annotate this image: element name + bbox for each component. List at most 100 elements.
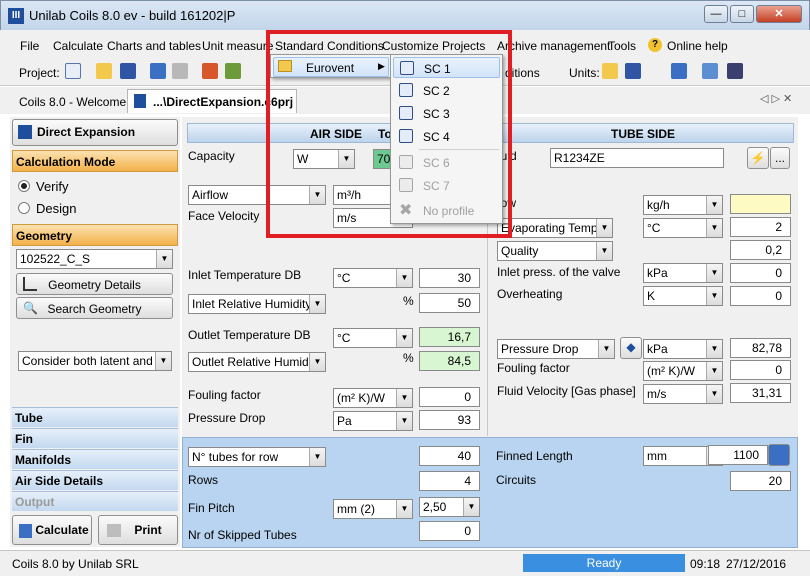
calculator-icon[interactable] bbox=[150, 63, 166, 79]
menu-unit-measure[interactable]: Unit measure bbox=[202, 39, 273, 53]
tubes-for-row-field[interactable]: 40 bbox=[419, 446, 480, 466]
inlet-rh-select[interactable]: Inlet Relative Humidity ▼ bbox=[188, 294, 326, 314]
help-icon: ? bbox=[648, 38, 662, 52]
save-icon[interactable] bbox=[120, 63, 136, 79]
menu-online-help[interactable]: Online help bbox=[667, 39, 728, 53]
tubes-for-row-select[interactable]: N° tubes for row ▼ bbox=[188, 447, 326, 467]
units-open-icon[interactable] bbox=[602, 63, 618, 79]
tab-welcome[interactable]: Coils 8.0 - Welcome! bbox=[19, 95, 129, 109]
menu-charts[interactable]: Charts and tables bbox=[107, 39, 201, 53]
minimize-button[interactable]: — bbox=[704, 5, 728, 23]
outlet-rh-select[interactable]: Outlet Relative Humidity ▼ bbox=[188, 352, 326, 372]
capacity-label: Capacity bbox=[188, 149, 235, 163]
menu-file[interactable]: File bbox=[20, 39, 39, 53]
fouling-field[interactable]: 0 bbox=[419, 387, 480, 407]
sidebar-item-tube[interactable]: Tube bbox=[12, 407, 178, 427]
circuits-field[interactable]: 20 bbox=[730, 471, 791, 491]
design-label[interactable]: Design bbox=[36, 201, 76, 216]
pressure-drop-label: Pressure Drop bbox=[188, 411, 266, 425]
calculator-icon[interactable] bbox=[768, 444, 790, 466]
tube-pressure-drop-unit-value: kPa bbox=[647, 342, 668, 356]
tube-pressure-drop-unit-select[interactable]: kPa ▼ bbox=[643, 339, 723, 359]
quality-select[interactable]: Quality ▼ bbox=[497, 241, 613, 261]
inlet-press-unit-select[interactable]: kPa ▼ bbox=[643, 263, 723, 283]
user-icon[interactable] bbox=[727, 63, 743, 79]
verify-radio[interactable] bbox=[18, 180, 30, 192]
flow-field[interactable] bbox=[730, 194, 791, 214]
tube-pressure-drop-field: 82,78 bbox=[730, 338, 791, 358]
calculate-button[interactable]: Calculate bbox=[12, 515, 92, 545]
ready-indicator: Ready bbox=[523, 554, 685, 572]
fluid-velocity-unit-select[interactable]: m/s ▼ bbox=[643, 384, 723, 404]
inlet-press-field[interactable]: 0 bbox=[730, 263, 791, 283]
tab-nav-arrows[interactable]: ◁ ▷ ✕ bbox=[760, 92, 792, 105]
inlet-temp-unit-select[interactable]: °C ▼ bbox=[333, 268, 413, 288]
fouling-unit-value: (m² K)/W bbox=[337, 391, 385, 405]
overheating-label: Overheating bbox=[497, 287, 563, 301]
chevron-down-icon: ▼ bbox=[596, 242, 612, 260]
tube-fouling-label: Fouling factor bbox=[497, 361, 570, 375]
printer-icon[interactable] bbox=[172, 63, 188, 79]
pressure-drop-unit-value: Pa bbox=[337, 414, 352, 428]
currency-icon[interactable] bbox=[671, 63, 687, 79]
export-icon[interactable] bbox=[702, 63, 718, 79]
chevron-down-icon: ▼ bbox=[396, 412, 412, 430]
title-bar: III Unilab Coils 8.0 ev - build 161202|P… bbox=[0, 0, 810, 30]
close-button[interactable]: ✕ bbox=[756, 5, 802, 23]
chevron-down-icon: ▼ bbox=[706, 340, 722, 358]
overheating-field[interactable]: 0 bbox=[730, 286, 791, 306]
flow-unit-select[interactable]: kg/h ▼ bbox=[643, 195, 723, 215]
latent-select[interactable]: Consider both latent and se ▼ bbox=[18, 351, 172, 371]
open-folder-icon[interactable] bbox=[96, 63, 112, 79]
sidebar-title: Direct Expansion bbox=[37, 125, 136, 139]
latent-select-value: Consider both latent and se bbox=[22, 354, 169, 368]
tube-pressure-drop-select[interactable]: Pressure Drop ▼ bbox=[497, 339, 615, 359]
outlet-temp-field: 16,7 bbox=[419, 327, 480, 347]
fouling-unit-select[interactable]: (m² K)/W ▼ bbox=[333, 388, 413, 408]
menu-calculate[interactable]: Calculate bbox=[53, 39, 103, 53]
fluid-field[interactable]: R1234ZE bbox=[550, 148, 724, 168]
units-label: Units: bbox=[569, 66, 600, 80]
geometry-select[interactable]: 102522_C_S ▼ bbox=[16, 249, 173, 269]
diamond-icon[interactable]: ◆ bbox=[620, 337, 642, 359]
new-file-icon[interactable] bbox=[65, 63, 81, 79]
units-save-icon[interactable] bbox=[625, 63, 641, 79]
verify-label[interactable]: Verify bbox=[36, 179, 69, 194]
evap-unit-select[interactable]: °C ▼ bbox=[643, 218, 723, 238]
overheating-unit-select[interactable]: K ▼ bbox=[643, 286, 723, 306]
lightning-icon[interactable]: ⚡ bbox=[747, 147, 769, 169]
design-radio[interactable] bbox=[18, 202, 30, 214]
chevron-down-icon: ▼ bbox=[706, 219, 722, 237]
sidebar-item-air-side-details[interactable]: Air Side Details bbox=[12, 470, 178, 490]
fluid-velocity-field: 31,31 bbox=[730, 383, 791, 403]
menu-tools[interactable]: Tools bbox=[608, 39, 636, 53]
geometry-details-button[interactable]: Geometry Details bbox=[16, 273, 173, 295]
sidebar-item-fin[interactable]: Fin bbox=[12, 428, 178, 448]
window-title: Unilab Coils 8.0 ev - build 161202|P bbox=[29, 8, 236, 23]
finned-length-field[interactable]: 1100 bbox=[708, 445, 768, 465]
inlet-rh-field[interactable]: 50 bbox=[419, 293, 480, 313]
tube-fouling-field[interactable]: 0 bbox=[730, 360, 791, 380]
search-geometry-button[interactable]: 🔍 Search Geometry bbox=[16, 297, 173, 319]
menu-archive[interactable]: Archive management bbox=[497, 39, 610, 53]
fluid-more-button[interactable]: ... bbox=[770, 147, 790, 169]
tube-fouling-unit-select[interactable]: (m² K)/W ▼ bbox=[643, 361, 723, 381]
skipped-tubes-field[interactable]: 0 bbox=[419, 521, 480, 541]
fin-pitch-select[interactable]: 2,50 ▼ bbox=[419, 497, 480, 517]
pressure-drop-unit-select[interactable]: Pa ▼ bbox=[333, 411, 413, 431]
evap-field[interactable]: 2 bbox=[730, 217, 791, 237]
evap-temp-select[interactable]: Evaporating Temp. ▼ bbox=[497, 218, 613, 238]
calculate-label: Calculate bbox=[35, 523, 89, 537]
inlet-temp-field[interactable]: 30 bbox=[419, 268, 480, 288]
print-button[interactable]: Print bbox=[98, 515, 178, 545]
sidebar-item-manifolds[interactable]: Manifolds bbox=[12, 449, 178, 469]
chart-icon[interactable] bbox=[225, 63, 241, 79]
face-velocity-label: Face Velocity bbox=[188, 209, 260, 223]
tools-icon[interactable] bbox=[202, 63, 218, 79]
rows-field[interactable]: 4 bbox=[419, 471, 480, 491]
outlet-temp-unit-select[interactable]: °C ▼ bbox=[333, 328, 413, 348]
quality-field[interactable]: 0,2 bbox=[730, 240, 791, 260]
maximize-button[interactable]: □ bbox=[730, 5, 754, 23]
fin-pitch-unit-select[interactable]: mm (2) ▼ bbox=[333, 499, 413, 519]
overheating-unit-value: K bbox=[647, 289, 656, 303]
